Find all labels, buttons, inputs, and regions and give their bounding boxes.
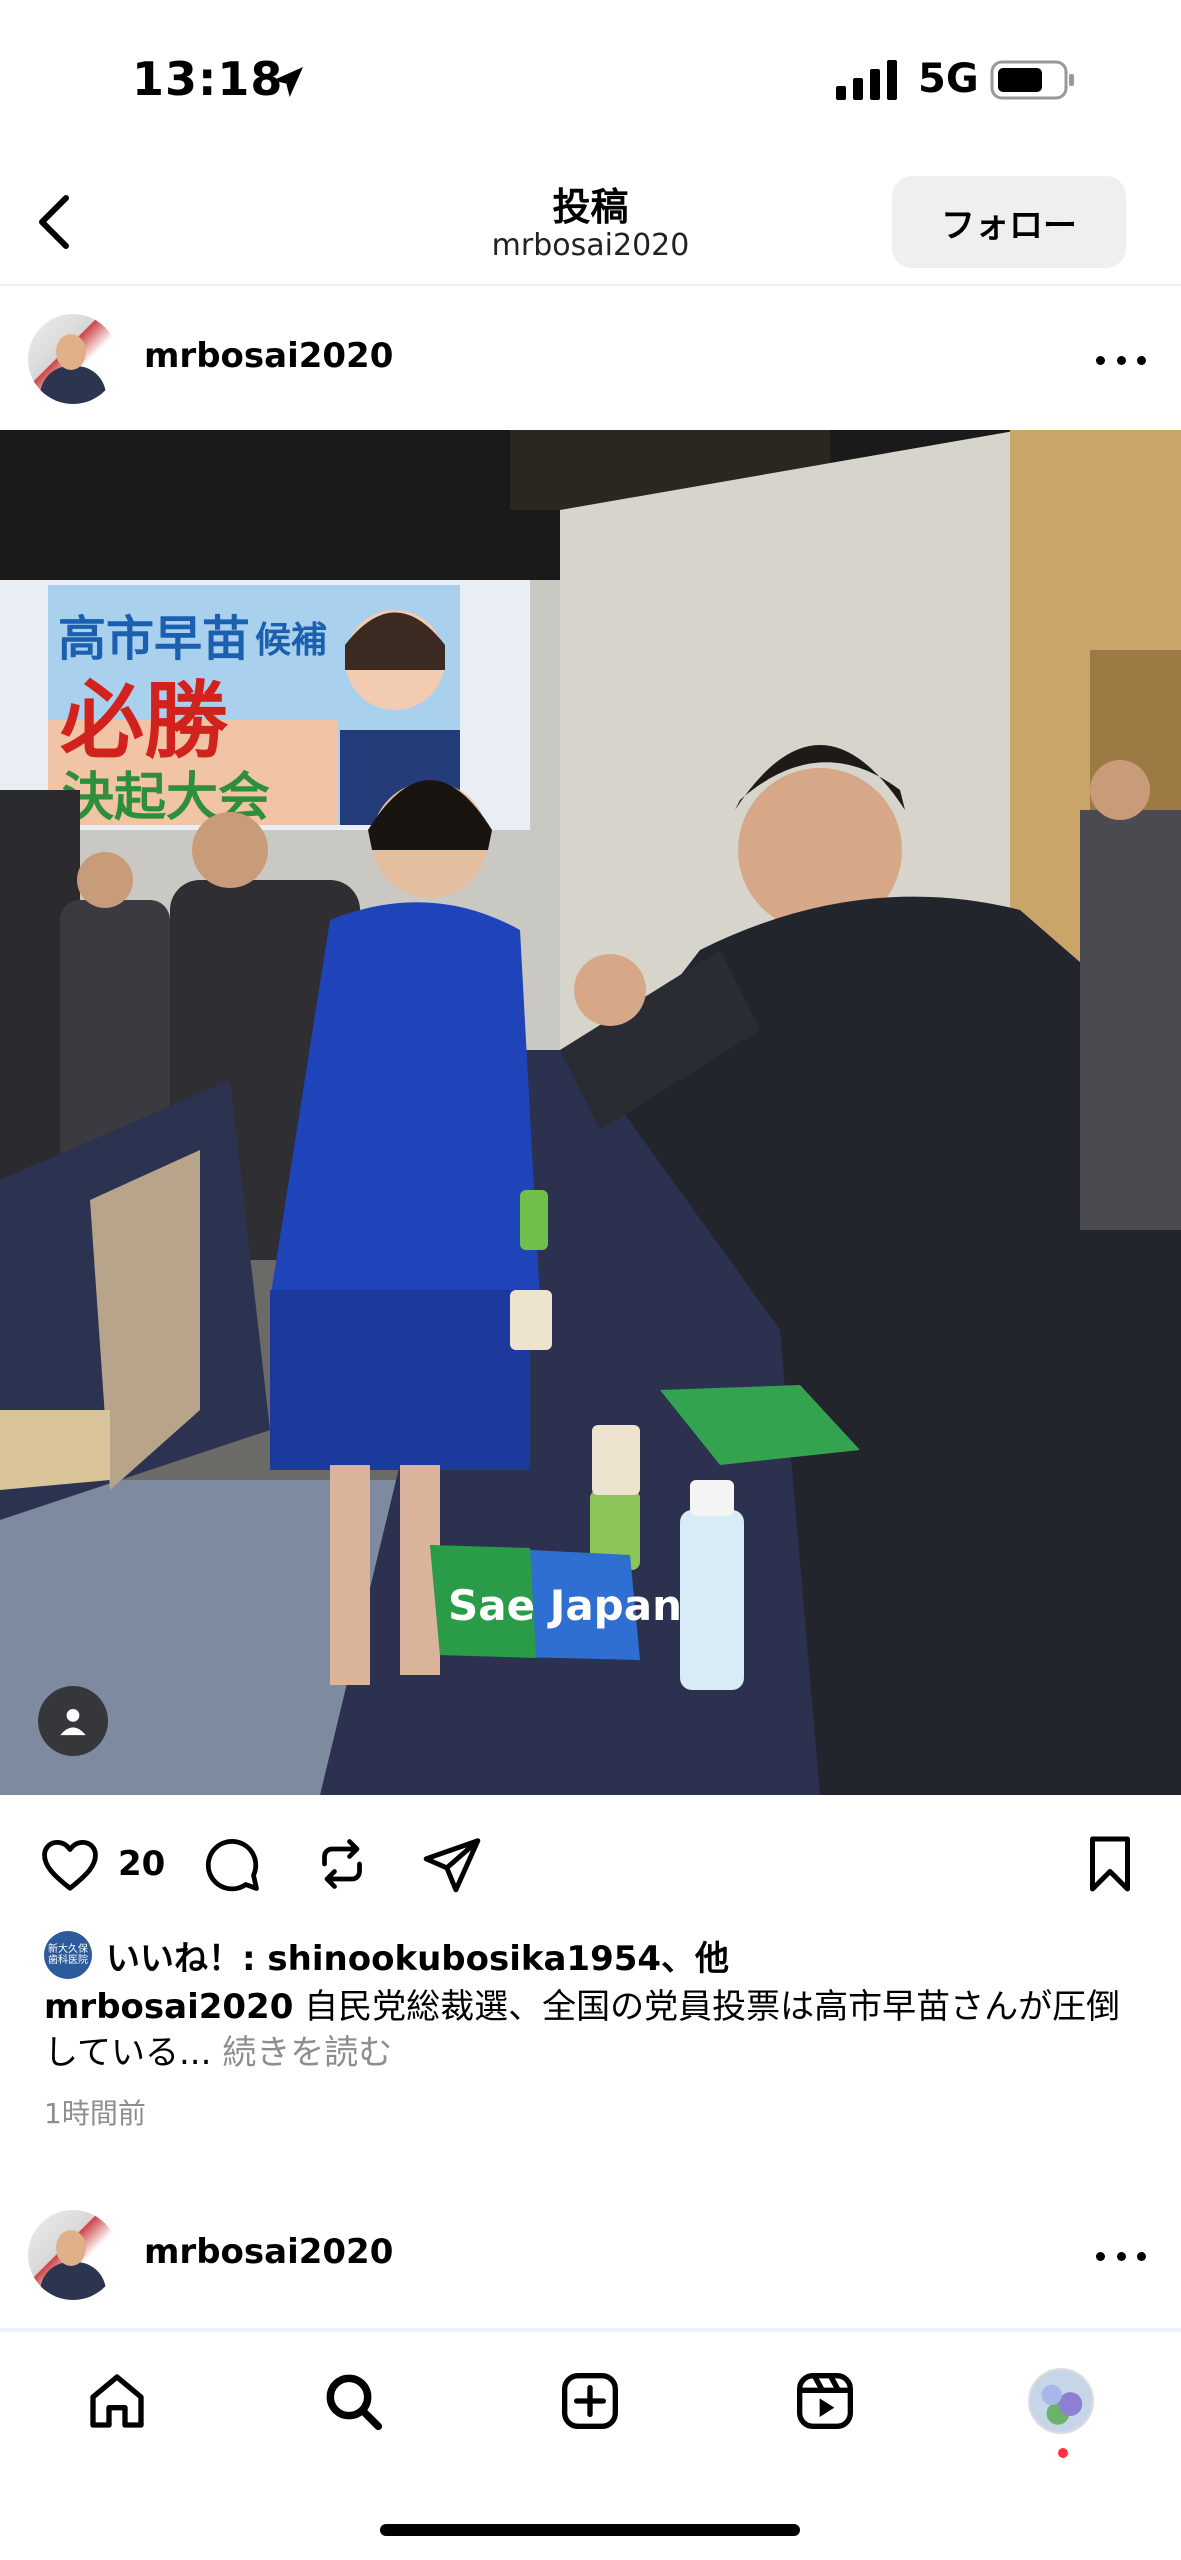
location-arrow-icon [273,67,303,97]
comment-button[interactable] [200,1832,264,1896]
nav-home[interactable] [82,2366,152,2436]
nav-create[interactable] [555,2366,625,2436]
paper-plane-icon [423,1838,481,1893]
post-photo[interactable]: 高市早苗 候補 必勝 決起大会 Sae Japan [0,430,1181,1795]
heart-icon [42,1839,98,1891]
liker-avatar[interactable]: 新大久保 歯科医院 [44,1931,92,1979]
home-icon [90,2374,144,2428]
avatar[interactable] [28,314,118,404]
nav-profile-avatar[interactable] [1028,2368,1094,2434]
more-options-icon[interactable] [1096,350,1146,370]
plus-square-icon [562,2373,618,2429]
post-timestamp: 1時間前 [44,2097,146,2130]
network-type: 5G [918,56,979,102]
next-post-author-row: mrbosai2020 [0,2206,1181,2306]
post-author-row: mrbosai2020 [0,310,1181,410]
towel-text: Sae Japan [448,1581,682,1630]
more-options-icon[interactable] [1096,2246,1146,2266]
notification-dot [1058,2448,1068,2458]
person-icon [60,1708,86,1736]
search-icon [326,2374,383,2431]
repost-button[interactable] [310,1832,374,1896]
repost-icon [322,1839,362,1889]
nav-reels[interactable] [790,2366,860,2436]
signal-bars-icon [836,60,897,100]
likes-text[interactable]: いいね！: shinookubosika1954、他 [106,1931,729,1980]
status-time: 13:18 [132,52,284,106]
likes-summary[interactable]: 新大久保 歯科医院 いいね！: shinookubosika1954、他 [44,1930,729,1980]
read-more-link[interactable]: 続きを読む [211,2033,392,2073]
follow-button[interactable]: フォロー [892,176,1126,268]
save-button[interactable] [1078,1832,1142,1896]
battery-icon [990,60,1074,100]
banner-slogan: 必勝 [60,672,229,770]
share-button[interactable] [420,1832,484,1896]
like-button[interactable] [38,1832,102,1896]
post-header-bar: 投稿 mrbosai2020 フォロー [0,160,1181,284]
status-bar: 13:18 5G [0,0,1181,160]
bookmark-icon [1090,1836,1130,1892]
nav-search[interactable] [318,2366,388,2436]
caption-username[interactable]: mrbosai2020 [44,1987,293,2027]
banner-name: 高市早苗 [58,611,250,667]
tagged-users-button[interactable] [38,1686,108,1756]
home-indicator[interactable] [380,2524,800,2536]
post-caption: mrbosai2020 自民党総裁選、全国の党員投票は高市早苗さんが圧倒している… [44,1984,1144,2076]
like-count[interactable]: 20 [118,1844,165,1884]
avatar[interactable] [28,2210,118,2300]
reels-icon [797,2373,853,2429]
comment-icon [205,1839,259,1892]
post-actions: 20 [0,1820,1181,1900]
next-post-username[interactable]: mrbosai2020 [144,2232,393,2272]
divider [0,284,1181,286]
post-username[interactable]: mrbosai2020 [144,336,393,376]
banner-suffix: 候補 [255,620,327,661]
